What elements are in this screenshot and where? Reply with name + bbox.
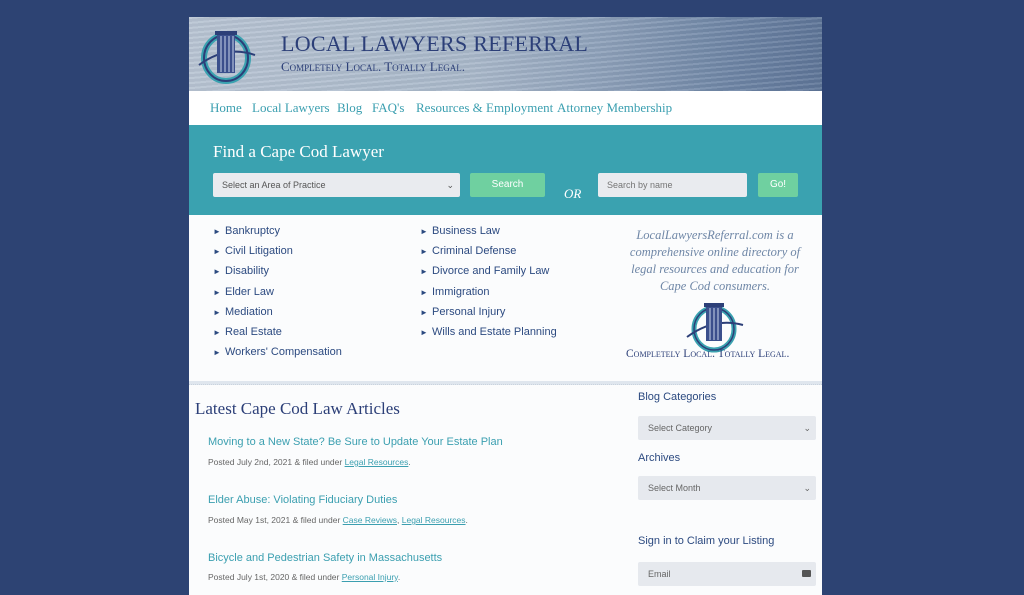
category-link[interactable]: Personal Injury bbox=[342, 572, 398, 582]
category-link[interactable]: Legal Resources bbox=[345, 457, 409, 467]
category-select-value: Select Category bbox=[648, 423, 713, 433]
nav-faqs[interactable]: FAQ's bbox=[372, 100, 404, 116]
practice-item-label[interactable]: Disability bbox=[225, 265, 269, 277]
keyboard-icon bbox=[802, 570, 811, 577]
triangle-right-icon: ► bbox=[420, 327, 428, 337]
site-header: LOCAL LAWYERS REFERRAL Completely Local.… bbox=[189, 17, 822, 91]
practice-item[interactable]: ► Mediation bbox=[213, 306, 342, 326]
site-title[interactable]: LOCAL LAWYERS REFERRAL bbox=[281, 31, 588, 57]
category-select[interactable]: Select Category ⌄ bbox=[638, 416, 816, 440]
practice-list-column-1: ► Bankruptcy ► Civil Litigation ► Disabilit… bbox=[213, 225, 342, 366]
pillar-logo-icon[interactable] bbox=[195, 25, 257, 87]
search-title: Find a Cape Cod Lawyer bbox=[213, 142, 384, 161]
article-meta: Posted July 2nd, 2021 & filed under Lega… bbox=[208, 457, 411, 467]
category-link[interactable]: Legal Resources bbox=[402, 515, 466, 525]
triangle-right-icon: ► bbox=[420, 287, 428, 297]
practice-item[interactable]: ► Civil Litigation bbox=[213, 245, 342, 265]
practice-item[interactable]: ► Elder Law bbox=[213, 286, 342, 306]
article-meta-text: Posted July 2nd, 2021 & filed under bbox=[208, 457, 345, 467]
pillar-logo-icon bbox=[686, 303, 744, 353]
article-meta: Posted July 1st, 2020 & filed under Pers… bbox=[208, 572, 401, 582]
main-nav: Home Local Lawyers Blog FAQ's Resources … bbox=[189, 91, 822, 125]
or-label: OR bbox=[564, 186, 582, 201]
chevron-down-icon: ⌄ bbox=[803, 423, 811, 433]
practice-item-label[interactable]: Bankruptcy bbox=[225, 225, 280, 237]
practice-item[interactable]: ► Wills and Estate Planning bbox=[420, 326, 557, 346]
practice-item[interactable]: ► Divorce and Family Law bbox=[420, 265, 557, 285]
practice-item-label[interactable]: Business Law bbox=[432, 225, 500, 237]
practice-item-label[interactable]: Divorce and Family Law bbox=[432, 265, 549, 277]
site-tagline: Completely Local. Totally Legal. bbox=[281, 59, 465, 74]
search-button[interactable]: Search bbox=[470, 173, 545, 197]
practice-item-label[interactable]: Workers' Compensation bbox=[225, 346, 342, 358]
practice-item[interactable]: ► Personal Injury bbox=[420, 306, 557, 326]
about-blurb: LocalLawyersReferral.com is a comprehens… bbox=[629, 228, 801, 293]
nav-resources-employment[interactable]: Resources & Employment bbox=[416, 100, 553, 116]
email-field[interactable]: Email bbox=[638, 562, 816, 586]
practice-area-select-value: Select an Area of Practice bbox=[222, 180, 326, 190]
practice-item-label[interactable]: Wills and Estate Planning bbox=[432, 326, 557, 338]
practice-area-select[interactable]: Select an Area of Practice ⌄ bbox=[213, 173, 460, 197]
about-tagline: Completely Local. Totally Legal. bbox=[626, 348, 790, 360]
article-link[interactable]: Bicycle and Pedestrian Safety in Massach… bbox=[208, 552, 442, 564]
practice-item[interactable]: ► Workers' Compensation bbox=[213, 346, 342, 366]
go-button[interactable]: Go! bbox=[758, 173, 798, 197]
archives-heading: Archives bbox=[638, 452, 681, 464]
signin-heading: Sign in to Claim your Listing bbox=[638, 535, 775, 547]
triangle-right-icon: ► bbox=[213, 287, 221, 297]
practice-item[interactable]: ► Immigration bbox=[420, 286, 557, 306]
practice-list-column-2: ► Business Law ► Criminal Defense ► Divorce… bbox=[420, 225, 557, 346]
triangle-right-icon: ► bbox=[420, 227, 428, 236]
page-container: LOCAL LAWYERS REFERRAL Completely Local.… bbox=[189, 17, 822, 595]
nav-home[interactable]: Home bbox=[210, 100, 242, 116]
lawyer-search-panel: Find a Cape Cod Lawyer Select an Area of… bbox=[189, 125, 822, 215]
category-link[interactable]: Case Reviews bbox=[343, 515, 397, 525]
article-meta: Posted May 1st, 2021 & filed under Case … bbox=[208, 515, 468, 525]
nav-local-lawyers[interactable]: Local Lawyers bbox=[252, 100, 330, 116]
email-placeholder: Email bbox=[648, 569, 671, 579]
triangle-right-icon: ► bbox=[213, 307, 221, 317]
blog-categories-heading: Blog Categories bbox=[638, 391, 717, 403]
triangle-right-icon: ► bbox=[213, 327, 221, 337]
triangle-right-icon: ► bbox=[420, 267, 428, 277]
practice-item[interactable]: ► Disability bbox=[213, 265, 342, 285]
triangle-right-icon: ► bbox=[213, 247, 221, 257]
nav-attorney-membership[interactable]: Attorney Membership bbox=[557, 100, 672, 116]
article-meta-text: Posted July 1st, 2020 & filed under bbox=[208, 572, 342, 582]
practice-areas-section: ► Bankruptcy ► Civil Litigation ► Disabilit… bbox=[189, 215, 822, 381]
triangle-right-icon: ► bbox=[213, 267, 221, 277]
practice-item-label[interactable]: Immigration bbox=[432, 286, 489, 298]
practice-item[interactable]: ► Business Law bbox=[420, 225, 557, 245]
practice-item-label[interactable]: Mediation bbox=[225, 306, 273, 318]
month-select-value: Select Month bbox=[648, 483, 701, 493]
triangle-right-icon: ► bbox=[213, 227, 221, 236]
triangle-right-icon: ► bbox=[213, 348, 221, 358]
article-link[interactable]: Elder Abuse: Violating Fiduciary Duties bbox=[208, 494, 397, 506]
month-select[interactable]: Select Month ⌄ bbox=[638, 476, 816, 500]
practice-item-label[interactable]: Elder Law bbox=[225, 286, 274, 298]
practice-item-label[interactable]: Personal Injury bbox=[432, 306, 505, 318]
article-meta-text: Posted May 1st, 2021 & filed under bbox=[208, 515, 343, 525]
practice-item-label[interactable]: Real Estate bbox=[225, 326, 282, 338]
name-search-input[interactable] bbox=[598, 173, 747, 197]
triangle-right-icon: ► bbox=[420, 247, 428, 257]
chevron-down-icon: ⌄ bbox=[803, 483, 811, 493]
article-link[interactable]: Moving to a New State? Be Sure to Update… bbox=[208, 436, 503, 448]
nav-blog[interactable]: Blog bbox=[337, 100, 362, 116]
articles-heading: Latest Cape Cod Law Articles bbox=[195, 399, 400, 418]
practice-item[interactable]: ► Bankruptcy bbox=[213, 225, 342, 245]
section-divider bbox=[189, 381, 822, 385]
practice-item-label[interactable]: Civil Litigation bbox=[225, 245, 293, 257]
practice-item[interactable]: ► Real Estate bbox=[213, 326, 342, 346]
triangle-right-icon: ► bbox=[420, 307, 428, 317]
chevron-down-icon: ⌄ bbox=[446, 180, 454, 190]
practice-item-label[interactable]: Criminal Defense bbox=[432, 245, 516, 257]
practice-item[interactable]: ► Criminal Defense bbox=[420, 245, 557, 265]
